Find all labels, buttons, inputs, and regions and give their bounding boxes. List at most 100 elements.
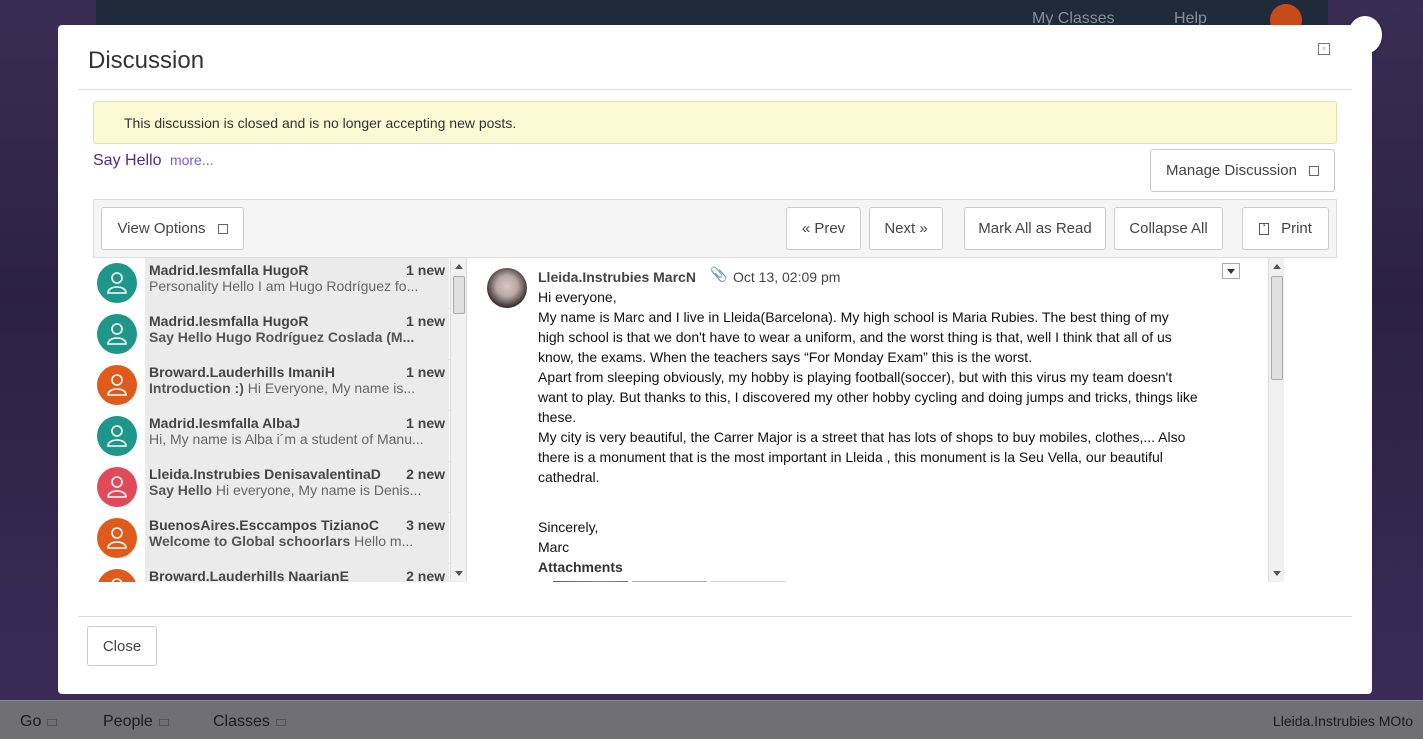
thread-row[interactable]: BuenosAires.Esccampos TizianoC 3 new Welco…	[93, 513, 450, 564]
thread-subject: Say Hello Hugo Rodríguez Coslada (M...	[149, 329, 415, 345]
avatar-cell	[93, 258, 145, 309]
thread-snippet: Hi everyone, My name is Denis...	[215, 482, 422, 498]
thread-text: Madrid.Iesmfalla AlbaJ 1 new Hi, My name …	[145, 411, 449, 462]
post-paragraph: Hi everyone,	[538, 289, 617, 305]
thread-preview: Welcome to Global schoorlars Hello m...	[149, 533, 439, 549]
thread-subject: Introduction :)	[149, 380, 244, 396]
post-pane: Lleida.Instrubies MarcN 📎 Oct 13, 02:09 …	[466, 258, 1269, 582]
user-avatar-icon	[97, 314, 137, 354]
bottom-classes[interactable]: Classes	[213, 713, 286, 731]
thread-subject: Welcome to Global schoorlars	[149, 533, 351, 549]
close-button[interactable]: Close	[87, 626, 157, 666]
thread-text: Lleida.Instrubies DenisavalentinaD 2 new S…	[145, 462, 449, 513]
avatar-cell	[93, 309, 145, 360]
scroll-down-icon[interactable]	[1273, 571, 1281, 576]
avatar-cell	[93, 513, 145, 564]
thread-author: Lleida.Instrubies DenisavalentinaD	[149, 466, 381, 482]
bottom-people[interactable]: People	[103, 713, 169, 731]
thread-row[interactable]: Madrid.Iesmfalla AlbaJ 1 new Hi, My name …	[93, 411, 450, 462]
current-user-name[interactable]: Lleida.Instrubies MOto	[1273, 713, 1413, 729]
new-count-badge: 3 new	[406, 517, 445, 533]
post-body: Hi everyone, My name is Marc and I live …	[538, 287, 1198, 582]
thread-preview: Say Hello Hi everyone, My name is Denis.…	[149, 482, 439, 498]
user-avatar-icon	[97, 518, 137, 558]
post-signoff: Sincerely,	[538, 519, 599, 535]
thread-list: Madrid.Iesmfalla HugoR 1 new Personality …	[93, 258, 450, 582]
thread-author: Madrid.Iesmfalla HugoR	[149, 262, 309, 278]
thread-preview: Introduction :) Hi Everyone, My name is.…	[149, 380, 439, 396]
new-count-badge: 2 new	[406, 568, 445, 582]
thread-preview: Say Hello Hugo Rodríguez Coslada (M...	[149, 329, 439, 345]
post-signature: Marc	[538, 539, 570, 555]
new-count-badge: 1 new	[406, 415, 445, 431]
thread-row[interactable]: Lleida.Instrubies DenisavalentinaD 2 new S…	[93, 462, 450, 513]
post-date: Oct 13, 02:09 pm	[733, 269, 841, 285]
new-count-badge: 1 new	[406, 364, 445, 380]
new-count-badge: 1 new	[406, 313, 445, 329]
dropdown-icon	[217, 223, 228, 234]
closed-notice: This discussion is closed and is no long…	[93, 101, 1337, 144]
avatar-cell	[93, 360, 145, 411]
attachment-image[interactable]	[632, 581, 707, 582]
thread-author: Broward.Lauderhills ImaniH	[149, 364, 335, 380]
thread-row[interactable]: Broward.Lauderhills ImaniH 1 new Introduct…	[93, 360, 450, 411]
divider	[78, 89, 1352, 90]
thread-text: Madrid.Iesmfalla HugoR 1 new Personality …	[145, 258, 449, 309]
dropdown-icon	[1308, 165, 1319, 176]
avatar-cell	[93, 462, 145, 513]
scroll-up-icon[interactable]	[455, 264, 463, 269]
post-author-avatar	[487, 268, 527, 308]
thread-snippet: Personality Hello I am Hugo Rodríguez fo…	[149, 278, 419, 294]
avatar-cell	[93, 564, 145, 582]
thread-text: Broward.Lauderhills NaarianE 2 new	[145, 564, 449, 582]
post-scrollbar[interactable]	[1268, 258, 1284, 582]
post-paragraph: My city is very beautiful, the Carrer Ma…	[538, 429, 1186, 485]
divider	[78, 616, 1352, 617]
thread-row[interactable]: Madrid.Iesmfalla HugoR 1 new Personality …	[93, 258, 450, 309]
modal-close-icon[interactable]: ▫	[1318, 43, 1330, 55]
post-author[interactable]: Lleida.Instrubies MarcN	[538, 269, 696, 285]
paperclip-icon: 📎	[710, 266, 728, 282]
thread-snippet: Hello m...	[354, 533, 414, 549]
user-avatar-icon	[97, 416, 137, 456]
modal-title: Discussion	[88, 47, 205, 74]
scroll-thumb[interactable]	[1271, 276, 1283, 380]
attachment-thumbnails	[553, 581, 1198, 582]
attachment-image[interactable]	[711, 581, 786, 582]
thread-author: Madrid.Iesmfalla HugoR	[149, 313, 309, 329]
thread-list-scrollbar[interactable]	[450, 258, 466, 582]
scroll-up-icon[interactable]	[1273, 264, 1281, 269]
next-button[interactable]: Next »	[869, 207, 943, 250]
bottom-go[interactable]: Go	[20, 713, 58, 731]
attachment-image[interactable]	[553, 581, 628, 582]
collapse-all-button[interactable]: Collapse All	[1114, 207, 1223, 250]
post-paragraph: Apart from sleeping obviously, my hobby …	[538, 369, 1198, 425]
thread-text: Broward.Lauderhills ImaniH 1 new Introduct…	[145, 360, 449, 411]
user-avatar-icon	[97, 467, 137, 507]
thread-text: Madrid.Iesmfalla HugoR 1 new Say Hello Hug…	[145, 309, 449, 360]
view-options-button[interactable]: View Options	[101, 207, 244, 250]
scroll-down-icon[interactable]	[455, 571, 463, 576]
topic-more-link[interactable]: more...	[170, 152, 214, 168]
mark-all-read-button[interactable]: Mark All as Read	[964, 207, 1106, 250]
topic-title: Say Hello more...	[93, 152, 214, 169]
thread-author: BuenosAires.Esccampos TizianoC	[149, 517, 380, 533]
avatar-cell	[93, 411, 145, 462]
thread-author: Broward.Lauderhills NaarianE	[149, 568, 349, 582]
user-avatar-icon	[97, 365, 137, 405]
manage-discussion-button[interactable]: Manage Discussion	[1150, 149, 1335, 192]
print-icon: ▪	[1259, 222, 1270, 235]
new-count-badge: 2 new	[406, 466, 445, 482]
thread-row[interactable]: Madrid.Iesmfalla HugoR 1 new Say Hello Hug…	[93, 309, 450, 360]
bottom-bar: Go People Classes Lleida.Instrubies MOto	[0, 700, 1423, 739]
scroll-thumb[interactable]	[453, 276, 465, 314]
new-count-badge: 1 new	[406, 262, 445, 278]
post-menu-button[interactable]	[1222, 263, 1240, 279]
thread-preview: Hi, My name is Alba i´m a student of Man…	[149, 431, 439, 447]
prev-button[interactable]: « Prev	[786, 207, 861, 250]
thread-row[interactable]: Broward.Lauderhills NaarianE 2 new	[93, 564, 450, 582]
print-button[interactable]: ▪ Print	[1242, 207, 1329, 250]
discussion-modal: Discussion ▫ This discussion is closed a…	[58, 25, 1372, 694]
thread-text: BuenosAires.Esccampos TizianoC 3 new Welco…	[145, 513, 449, 564]
thread-preview: Personality Hello I am Hugo Rodríguez fo…	[149, 278, 439, 294]
